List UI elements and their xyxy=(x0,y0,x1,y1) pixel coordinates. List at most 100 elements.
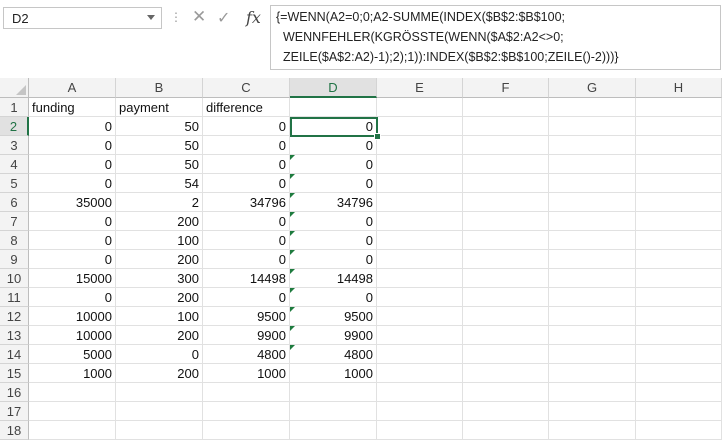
column-header-h[interactable]: H xyxy=(636,78,722,98)
cell-a14[interactable]: 5000 xyxy=(29,345,116,364)
cell-b7[interactable]: 200 xyxy=(116,212,203,231)
cell-h9[interactable] xyxy=(636,250,722,269)
cell-b10[interactable]: 300 xyxy=(116,269,203,288)
cell-b3[interactable]: 50 xyxy=(116,136,203,155)
cell-e12[interactable] xyxy=(377,307,463,326)
cell-a17[interactable] xyxy=(29,402,116,421)
select-all-button[interactable] xyxy=(0,78,29,98)
column-header-a[interactable]: A xyxy=(29,78,116,98)
cell-d10[interactable]: 14498 xyxy=(290,269,377,288)
cell-e16[interactable] xyxy=(377,383,463,402)
cell-b1[interactable]: payment xyxy=(116,98,203,117)
row-header-1[interactable]: 1 xyxy=(0,98,29,117)
fill-handle[interactable] xyxy=(374,133,381,140)
cell-c2[interactable]: 0 xyxy=(203,117,290,136)
cell-e9[interactable] xyxy=(377,250,463,269)
formula-input[interactable]: {=WENN(A2=0;0;A2-SUMME(INDEX($B$2:$B$100… xyxy=(270,5,721,70)
cell-h11[interactable] xyxy=(636,288,722,307)
cell-a16[interactable] xyxy=(29,383,116,402)
row-header-12[interactable]: 12 xyxy=(0,307,29,326)
row-header-4[interactable]: 4 xyxy=(0,155,29,174)
cell-e10[interactable] xyxy=(377,269,463,288)
cell-c4[interactable]: 0 xyxy=(203,155,290,174)
cell-a3[interactable]: 0 xyxy=(29,136,116,155)
column-header-f[interactable]: F xyxy=(463,78,549,98)
cell-e18[interactable] xyxy=(377,421,463,440)
cell-h3[interactable] xyxy=(636,136,722,155)
cell-e4[interactable] xyxy=(377,155,463,174)
cell-f9[interactable] xyxy=(463,250,549,269)
cell-f2[interactable] xyxy=(463,117,549,136)
cell-d4[interactable]: 0 xyxy=(290,155,377,174)
cell-b11[interactable]: 200 xyxy=(116,288,203,307)
cell-c15[interactable]: 1000 xyxy=(203,364,290,383)
cell-h17[interactable] xyxy=(636,402,722,421)
cell-g18[interactable] xyxy=(549,421,636,440)
cell-h2[interactable] xyxy=(636,117,722,136)
cell-b5[interactable]: 54 xyxy=(116,174,203,193)
cell-h14[interactable] xyxy=(636,345,722,364)
cell-c9[interactable]: 0 xyxy=(203,250,290,269)
row-header-8[interactable]: 8 xyxy=(0,231,29,250)
cell-f17[interactable] xyxy=(463,402,549,421)
cell-b2[interactable]: 50 xyxy=(116,117,203,136)
cell-a13[interactable]: 10000 xyxy=(29,326,116,345)
cell-b4[interactable]: 50 xyxy=(116,155,203,174)
cell-h6[interactable] xyxy=(636,193,722,212)
cell-b17[interactable] xyxy=(116,402,203,421)
cell-b18[interactable] xyxy=(116,421,203,440)
cell-f3[interactable] xyxy=(463,136,549,155)
cell-a8[interactable]: 0 xyxy=(29,231,116,250)
cell-f16[interactable] xyxy=(463,383,549,402)
cell-d9[interactable]: 0 xyxy=(290,250,377,269)
cell-e15[interactable] xyxy=(377,364,463,383)
cell-h15[interactable] xyxy=(636,364,722,383)
row-header-10[interactable]: 10 xyxy=(0,269,29,288)
cell-g15[interactable] xyxy=(549,364,636,383)
cell-f7[interactable] xyxy=(463,212,549,231)
row-header-11[interactable]: 11 xyxy=(0,288,29,307)
column-header-c[interactable]: C xyxy=(203,78,290,98)
column-header-e[interactable]: E xyxy=(377,78,463,98)
cell-c5[interactable]: 0 xyxy=(203,174,290,193)
cell-f6[interactable] xyxy=(463,193,549,212)
cell-g6[interactable] xyxy=(549,193,636,212)
cell-d5[interactable]: 0 xyxy=(290,174,377,193)
cell-h1[interactable] xyxy=(636,98,722,117)
cell-a10[interactable]: 15000 xyxy=(29,269,116,288)
cell-b16[interactable] xyxy=(116,383,203,402)
cell-b6[interactable]: 2 xyxy=(116,193,203,212)
cell-g1[interactable] xyxy=(549,98,636,117)
cell-c6[interactable]: 34796 xyxy=(203,193,290,212)
row-header-3[interactable]: 3 xyxy=(0,136,29,155)
insert-function-icon[interactable]: fx xyxy=(246,8,261,27)
chevron-down-icon[interactable] xyxy=(147,15,155,20)
cell-c16[interactable] xyxy=(203,383,290,402)
cell-c8[interactable]: 0 xyxy=(203,231,290,250)
cell-d1[interactable] xyxy=(290,98,377,117)
cell-g10[interactable] xyxy=(549,269,636,288)
cell-h8[interactable] xyxy=(636,231,722,250)
cell-g14[interactable] xyxy=(549,345,636,364)
cell-a9[interactable]: 0 xyxy=(29,250,116,269)
cell-e11[interactable] xyxy=(377,288,463,307)
cell-g2[interactable] xyxy=(549,117,636,136)
enter-icon[interactable]: ✓ xyxy=(217,8,230,28)
cell-b14[interactable]: 0 xyxy=(116,345,203,364)
cell-c11[interactable]: 0 xyxy=(203,288,290,307)
cell-a11[interactable]: 0 xyxy=(29,288,116,307)
cell-a7[interactable]: 0 xyxy=(29,212,116,231)
cell-g17[interactable] xyxy=(549,402,636,421)
cell-g11[interactable] xyxy=(549,288,636,307)
cell-e6[interactable] xyxy=(377,193,463,212)
cell-h18[interactable] xyxy=(636,421,722,440)
column-header-g[interactable]: G xyxy=(549,78,636,98)
cell-g3[interactable] xyxy=(549,136,636,155)
cell-c3[interactable]: 0 xyxy=(203,136,290,155)
cell-e13[interactable] xyxy=(377,326,463,345)
cell-g16[interactable] xyxy=(549,383,636,402)
cell-e3[interactable] xyxy=(377,136,463,155)
cell-d17[interactable] xyxy=(290,402,377,421)
cell-d11[interactable]: 0 xyxy=(290,288,377,307)
cell-f11[interactable] xyxy=(463,288,549,307)
